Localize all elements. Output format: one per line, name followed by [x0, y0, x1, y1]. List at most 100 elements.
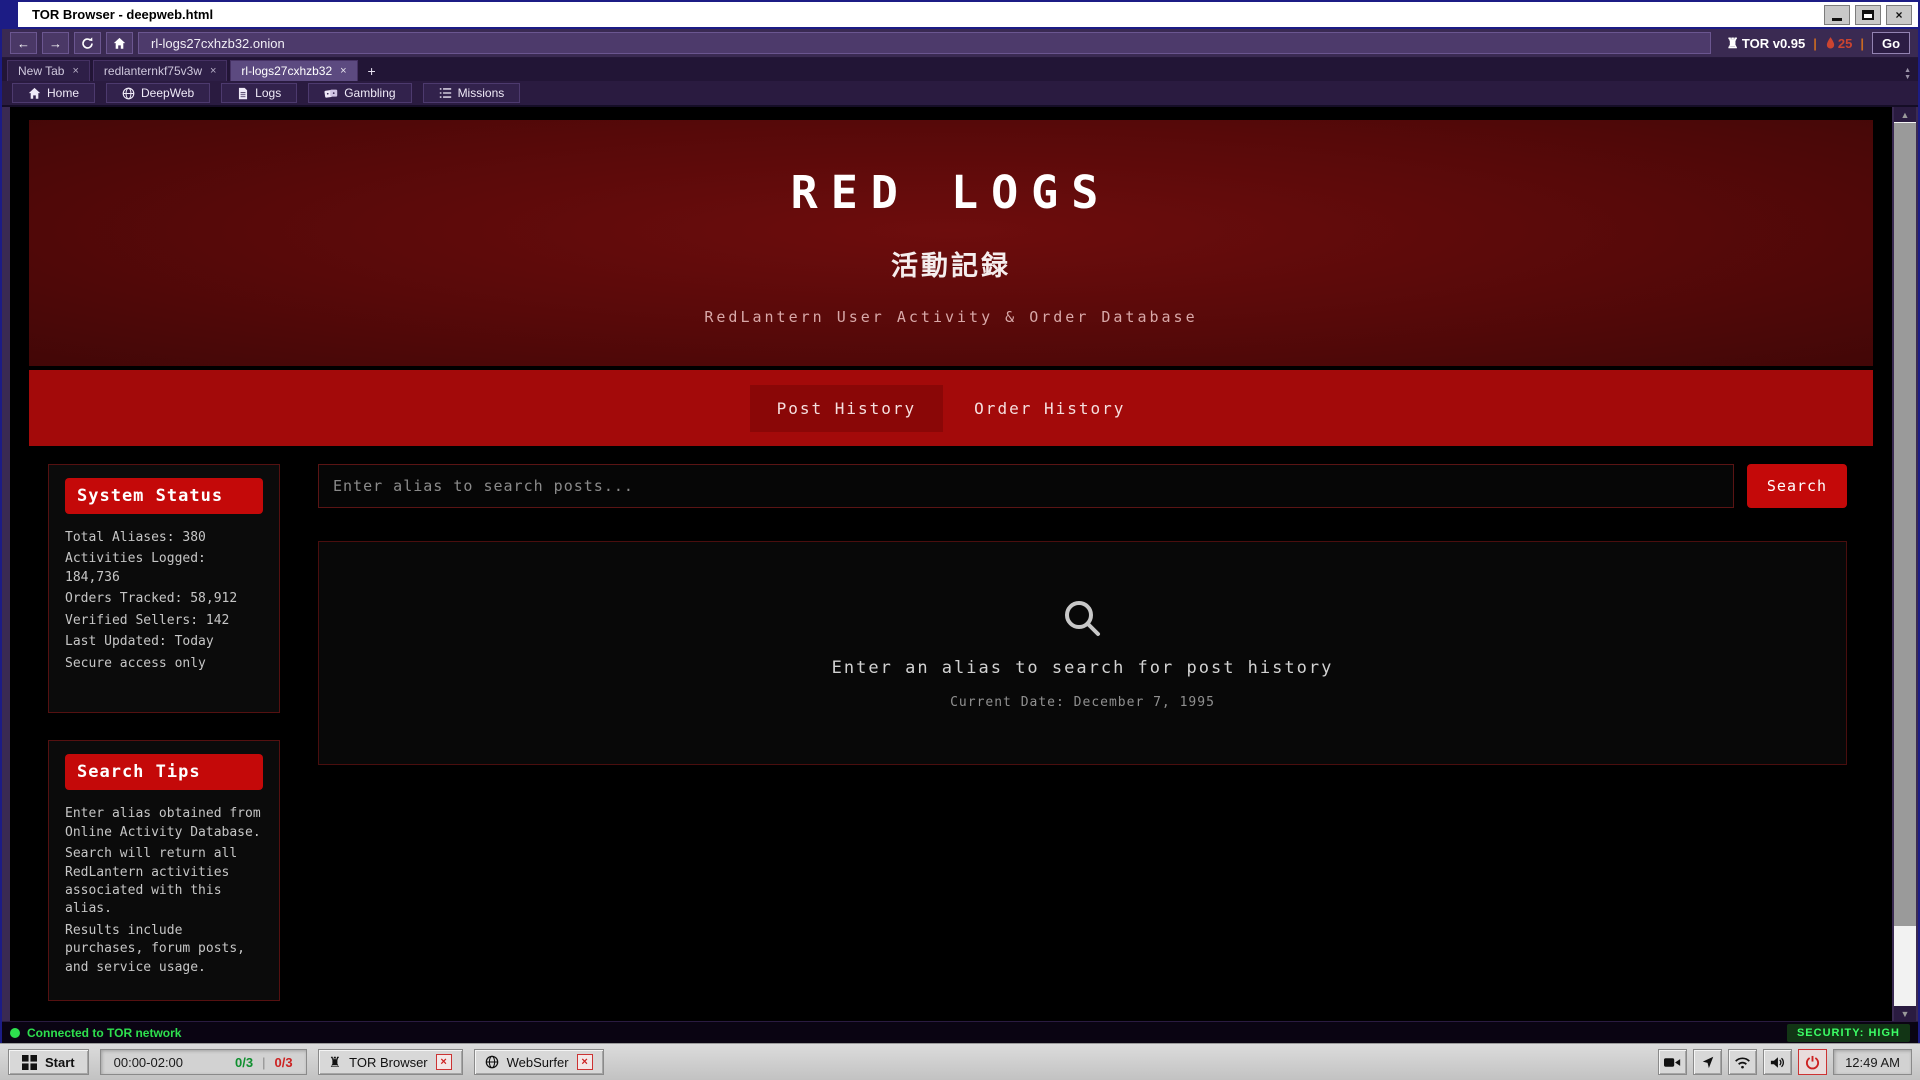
- close-app-button[interactable]: ×: [436, 1054, 452, 1070]
- tor-tower-icon: ♜: [1726, 35, 1739, 52]
- bookmark-logs[interactable]: Logs: [221, 83, 297, 103]
- blood-counter: 25: [1825, 36, 1852, 51]
- close-button[interactable]: ×: [1886, 5, 1912, 25]
- home-button[interactable]: [106, 32, 133, 54]
- score-green: 0/3: [235, 1055, 253, 1070]
- location-button[interactable]: [1693, 1049, 1722, 1075]
- taskbar: Start 00:00-02:00 0/3 | 0/3 ♜ TOR Browse…: [0, 1043, 1920, 1080]
- bookmark-label: Missions: [458, 86, 505, 100]
- home-icon: [28, 87, 41, 100]
- screen: TOR Browser - deepweb.html × ← → rl-logs…: [0, 0, 1920, 1080]
- new-tab-button[interactable]: +: [361, 60, 383, 81]
- content-row: System Status Total Aliases: 380 Activit…: [48, 464, 1847, 1001]
- history-tab-nav: Post History Order History: [29, 370, 1873, 446]
- search-tips-text: Enter alias obtained from Online Activit…: [65, 805, 263, 977]
- refresh-icon: [81, 37, 94, 50]
- scrollbar-thumb[interactable]: [1894, 123, 1916, 926]
- tor-version-label: TOR v0.95: [1742, 36, 1805, 51]
- tab-redlantern[interactable]: redlanternkf75v3w ×: [93, 60, 228, 81]
- system-tray: 12:49 AM: [1658, 1049, 1912, 1075]
- scrollbar-up-button[interactable]: ▲: [1894, 107, 1916, 122]
- stat-total-aliases: Total Aliases: 380: [65, 529, 263, 547]
- taskbar-app-websurfer[interactable]: WebSurfer ×: [474, 1049, 604, 1075]
- system-status-panel: System Status Total Aliases: 380 Activit…: [48, 464, 280, 713]
- scrollbar-track[interactable]: [1894, 122, 1916, 1006]
- tab-order-history[interactable]: Order History: [947, 385, 1152, 432]
- web-page: RED LOGS 活動記録 RedLantern User Activity &…: [10, 107, 1892, 1021]
- search-tips-panel: Search Tips Enter alias obtained from On…: [48, 740, 280, 1001]
- tab-close-icon[interactable]: ×: [340, 65, 346, 77]
- bookmark-missions[interactable]: Missions: [423, 83, 521, 103]
- connection-dot-icon: [10, 1028, 20, 1038]
- minimize-button[interactable]: [1824, 5, 1850, 25]
- bookmarks-bar: Home DeepWeb Logs Gambling Missions: [2, 81, 1918, 107]
- power-button[interactable]: [1798, 1049, 1827, 1075]
- divider: |: [1813, 36, 1817, 51]
- tab-label: redlanternkf75v3w: [104, 64, 202, 78]
- browser-viewport: RED LOGS 活動記録 RedLantern User Activity &…: [2, 107, 1918, 1021]
- tab-bar: New Tab × redlanternkf75v3w × rl-logs27c…: [2, 58, 1918, 81]
- navigation-bar: ← → rl-logs27cxhzb32.onion ♜TOR v0.95 | …: [2, 29, 1918, 58]
- home-icon: [113, 37, 126, 50]
- wifi-button[interactable]: [1728, 1049, 1757, 1075]
- blood-count: 25: [1838, 36, 1852, 51]
- bookmark-label: DeepWeb: [141, 86, 194, 100]
- tab-label: rl-logs27cxhzb32: [241, 64, 332, 78]
- search-magnifier-icon: [1060, 596, 1106, 642]
- tor-version-indicator: ♜TOR v0.95: [1726, 35, 1805, 52]
- tab-rl-logs-active[interactable]: rl-logs27cxhzb32 ×: [230, 60, 357, 81]
- tor-tower-icon: ♜: [329, 1054, 342, 1071]
- navbar-right-cluster: ♜TOR v0.95 | 25 | Go: [1726, 32, 1910, 54]
- status-bar: Connected to TOR network SECURITY: HIGH: [2, 1021, 1918, 1043]
- forward-button[interactable]: →: [42, 32, 69, 54]
- tab-close-icon[interactable]: ×: [210, 65, 216, 77]
- maximize-button[interactable]: [1855, 5, 1881, 25]
- minimize-icon: [1832, 18, 1842, 21]
- sidebar: System Status Total Aliases: 380 Activit…: [48, 464, 280, 1001]
- bookmark-gambling[interactable]: Gambling: [308, 83, 411, 103]
- page-title: RED LOGS: [791, 166, 1112, 219]
- tab-close-icon[interactable]: ×: [72, 65, 78, 77]
- page-scrollbar[interactable]: ▲ ▼: [1894, 107, 1916, 1021]
- url-bar[interactable]: rl-logs27cxhzb32.onion: [138, 32, 1711, 54]
- taskbar-app-tor-browser[interactable]: ♜ TOR Browser ×: [318, 1049, 463, 1075]
- blood-drop-icon: [1825, 36, 1836, 51]
- wifi-icon: [1734, 1056, 1751, 1069]
- bookmark-deepweb[interactable]: DeepWeb: [106, 83, 210, 103]
- divider: |: [1860, 36, 1864, 51]
- time-range: 00:00-02:00: [114, 1055, 183, 1070]
- scrollbar-down-button[interactable]: ▼: [1894, 1006, 1916, 1021]
- start-button[interactable]: Start: [8, 1049, 89, 1075]
- tip-line: Results include purchases, forum posts, …: [65, 922, 263, 977]
- tip-line: Enter alias obtained from Online Activit…: [65, 805, 263, 842]
- search-tips-header: Search Tips: [65, 754, 263, 790]
- system-status-header: System Status: [65, 478, 263, 514]
- refresh-button[interactable]: [74, 32, 101, 54]
- connection-label: Connected to TOR network: [27, 1026, 181, 1040]
- volume-button[interactable]: [1763, 1049, 1792, 1075]
- bookmark-home[interactable]: Home: [12, 83, 95, 103]
- score-red: 0/3: [275, 1055, 293, 1070]
- stat-activities-logged: Activities Logged: 184,736: [65, 550, 263, 587]
- app-label: WebSurfer: [507, 1055, 569, 1070]
- speaker-icon: [1770, 1056, 1785, 1069]
- results-empty-message: Enter an alias to search for post histor…: [832, 658, 1334, 678]
- search-button[interactable]: Search: [1747, 464, 1847, 508]
- navigation-arrow-icon: [1701, 1055, 1715, 1069]
- back-button[interactable]: ←: [10, 32, 37, 54]
- go-button[interactable]: Go: [1872, 32, 1910, 54]
- url-text: rl-logs27cxhzb32.onion: [151, 36, 285, 51]
- alias-search-input[interactable]: [318, 464, 1734, 508]
- security-level-badge: SECURITY: HIGH: [1787, 1024, 1910, 1042]
- tab-new-tab[interactable]: New Tab ×: [7, 60, 90, 81]
- camera-button[interactable]: [1658, 1049, 1687, 1075]
- globe-icon: [122, 87, 135, 100]
- tab-post-history[interactable]: Post History: [750, 385, 944, 432]
- tab-scroll-spinner[interactable]: ▲ ▼: [1904, 67, 1911, 81]
- stat-last-updated: Last Updated: Today: [65, 633, 263, 651]
- tip-line: Search will return all RedLantern activi…: [65, 845, 263, 919]
- app-label: TOR Browser: [349, 1055, 428, 1070]
- scroll-up-icon: ▲: [1904, 67, 1911, 74]
- close-app-button[interactable]: ×: [577, 1054, 593, 1070]
- bookmark-label: Logs: [255, 86, 281, 100]
